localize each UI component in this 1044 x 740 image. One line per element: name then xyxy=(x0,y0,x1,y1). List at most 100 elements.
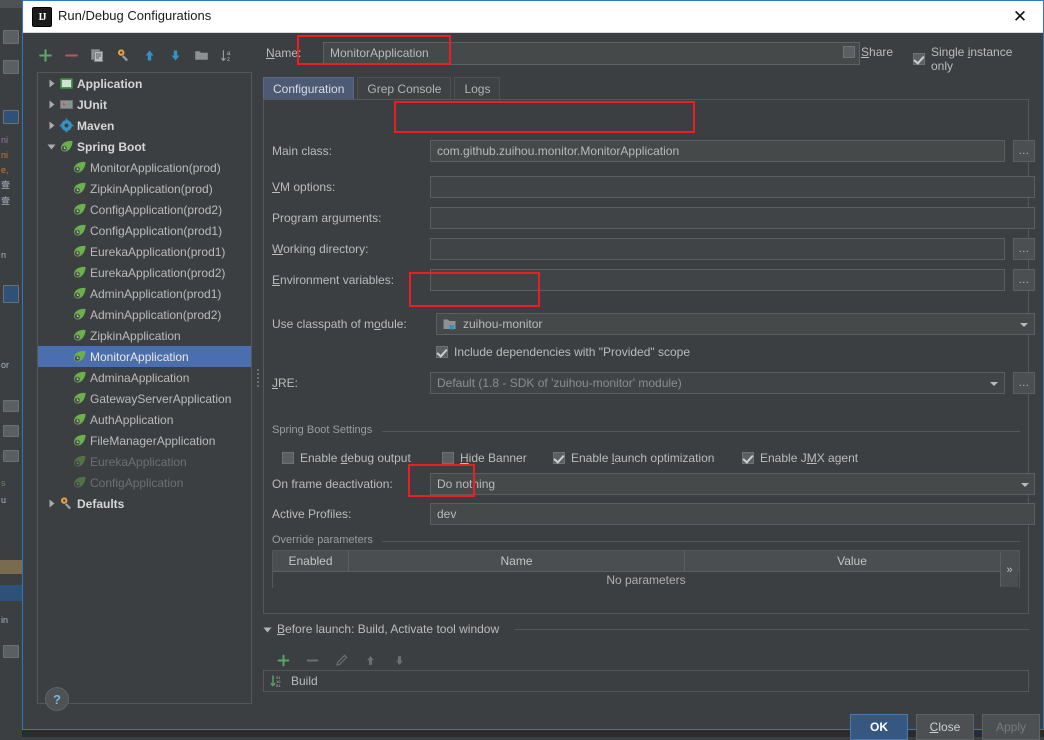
add-task-button[interactable] xyxy=(275,652,292,669)
tree-resize-grip[interactable] xyxy=(257,367,261,391)
help-label: ? xyxy=(53,691,61,707)
tree-item-label: Application xyxy=(77,76,143,91)
tree-item-eurekaapplication[interactable]: EurekaApplication xyxy=(38,451,251,472)
enable-jmx-agent-checkbox[interactable]: Enable JMX agent xyxy=(742,451,858,465)
configurations-tree[interactable]: Application JUnit Maven Spring Boot MonitorA… xyxy=(37,72,252,704)
close-button[interactable]: Close xyxy=(916,714,974,740)
tree-item-configapplication[interactable]: ConfigApplication xyxy=(38,472,251,493)
tab-configuration[interactable]: Configuration xyxy=(263,77,355,100)
hide-banner-checkbox[interactable]: Hide Banner xyxy=(442,451,527,465)
enable-debug-output-checkbox[interactable]: Enable debug output xyxy=(282,451,411,465)
tree-item-junit[interactable]: JUnit xyxy=(38,94,251,115)
triangle-down-icon[interactable] xyxy=(44,136,58,157)
on-frame-deactivation-row: On frame deactivation: Do nothing xyxy=(264,473,1035,495)
chevron-down-icon[interactable] xyxy=(1015,474,1035,494)
tree-item-adminaapplication[interactable]: AdminaApplication xyxy=(38,367,251,388)
tree-item-eurekaapplication-prod1[interactable]: EurekaApplication(prod1) xyxy=(38,241,251,262)
before-launch-item-build[interactable]: 01 10 01 Build xyxy=(264,671,1028,691)
before-launch-list[interactable]: 01 10 01 Build xyxy=(263,670,1029,692)
name-input[interactable]: MonitorApplication xyxy=(323,42,860,65)
classpath-module-combo[interactable]: zuihou-monitor xyxy=(436,313,1035,335)
chevron-down-icon[interactable] xyxy=(984,373,1004,393)
tree-item-configapplication-prod2[interactable]: ConfigApplication(prod2) xyxy=(38,199,251,220)
tree-item-adminapplication-prod2[interactable]: AdminApplication(prod2) xyxy=(38,304,251,325)
name-row: Name: MonitorApplication Share Single in… xyxy=(263,42,1029,73)
sort-configurations-button[interactable]: a z xyxy=(219,47,236,64)
jre-value-hint: (1.8 - SDK of 'zuihou-monitor' module) xyxy=(478,376,682,390)
edit-templates-wrench-icon[interactable] xyxy=(115,47,132,64)
tree-item-application[interactable]: Application xyxy=(38,73,251,94)
vm-options-input[interactable] xyxy=(430,176,1035,198)
move-up-button[interactable] xyxy=(141,47,158,64)
ok-button[interactable]: OK xyxy=(850,714,908,740)
tree-item-spring-boot[interactable]: Spring Boot xyxy=(38,136,251,157)
jre-browse-button[interactable]: ... xyxy=(1013,372,1035,394)
enable-launch-optimization-box xyxy=(553,452,565,464)
tree-item-configapplication-prod1[interactable]: ConfigApplication(prod1) xyxy=(38,220,251,241)
jre-combo[interactable]: Default (1.8 - SDK of 'zuihou-monitor' m… xyxy=(430,372,1005,394)
tree-item-zipkinapplication-prod[interactable]: ZipkinApplication(prod) xyxy=(38,178,251,199)
move-down-button[interactable] xyxy=(167,47,184,64)
help-icon[interactable]: ? xyxy=(45,687,69,711)
share-checkbox[interactable]: Share xyxy=(843,45,893,59)
spring-boot-icon xyxy=(71,159,88,176)
vm-options-label: VM options: xyxy=(272,180,336,194)
triangle-right-icon[interactable] xyxy=(44,94,58,115)
ide-background-strip: ni ni e, 壹 壹 n or s u in xyxy=(0,0,22,737)
copy-configuration-button[interactable] xyxy=(89,47,106,64)
spring-boot-icon xyxy=(71,390,88,407)
override-parameters-label: Override parameters xyxy=(272,534,379,546)
new-folder-button[interactable] xyxy=(193,47,210,64)
tree-item-defaults[interactable]: Defaults xyxy=(38,493,251,514)
tree-item-label: JUnit xyxy=(77,97,107,112)
close-icon[interactable]: ✕ xyxy=(997,1,1043,31)
working-directory-input[interactable] xyxy=(430,238,1005,260)
main-class-row: Main class: com.github.zuihou.monitor.Mo… xyxy=(264,140,1035,162)
active-profiles-input[interactable]: dev xyxy=(430,503,1035,525)
enable-launch-optimization-checkbox[interactable]: Enable launch optimization xyxy=(553,451,714,465)
main-class-browse-button[interactable]: ... xyxy=(1013,140,1035,162)
program-arguments-input[interactable] xyxy=(430,207,1035,229)
working-directory-browse-button[interactable]: ... xyxy=(1013,238,1035,260)
before-launch-header[interactable]: Before launch: Build, Activate tool wind… xyxy=(263,622,499,636)
main-class-input[interactable]: com.github.zuihou.monitor.MonitorApplica… xyxy=(430,140,1005,162)
tab-grep-console[interactable]: Grep Console xyxy=(357,77,452,100)
jre-value: Default xyxy=(437,376,476,390)
tree-item-zipkinapplication[interactable]: ZipkinApplication xyxy=(38,325,251,346)
override-parameters-section: Override parameters xyxy=(272,534,1020,547)
hide-banner-label: Hide Banner xyxy=(460,451,527,465)
triangle-right-icon[interactable] xyxy=(44,73,58,94)
tree-item-adminapplication-prod1[interactable]: AdminApplication(prod1) xyxy=(38,283,251,304)
single-instance-only-checkbox[interactable]: Single instance only xyxy=(913,45,1029,73)
screen: ni ni e, 壹 壹 n or s u in IJ Run/Debug Co… xyxy=(0,0,1044,740)
tree-item-gatewayserverapplication[interactable]: GatewayServerApplication xyxy=(38,388,251,409)
program-arguments-label: Program arguments: xyxy=(272,211,382,225)
tree-item-filemanagerapplication[interactable]: FileManagerApplication xyxy=(38,430,251,451)
include-provided-scope-checkbox[interactable]: Include dependencies with "Provided" sco… xyxy=(436,345,690,359)
double-chevron-right-icon[interactable]: » xyxy=(1000,552,1018,587)
tree-item-monitorapplication[interactable]: MonitorApplication xyxy=(38,346,251,367)
chevron-down-icon[interactable] xyxy=(1014,314,1034,334)
jre-row: JRE: Default (1.8 - SDK of 'zuihou-monit… xyxy=(264,372,1035,394)
share-label: Share xyxy=(861,45,894,59)
environment-variables-input[interactable] xyxy=(430,269,1005,291)
override-parameters-table[interactable]: Enabled Name Value No parameters » xyxy=(272,550,1020,588)
tree-item-authapplication[interactable]: AuthApplication xyxy=(38,409,251,430)
remove-configuration-button[interactable] xyxy=(63,47,80,64)
triangle-right-icon[interactable] xyxy=(44,115,58,136)
spring-boot-icon xyxy=(71,327,88,344)
tab-logs[interactable]: Logs xyxy=(454,77,501,100)
triangle-right-icon[interactable] xyxy=(44,493,58,514)
add-configuration-button[interactable] xyxy=(37,47,54,64)
tree-item-eurekaapplication-prod2[interactable]: EurekaApplication(prod2) xyxy=(38,262,251,283)
enable-debug-output-box xyxy=(282,452,294,464)
application-icon xyxy=(58,75,75,92)
tree-item-label: AuthApplication xyxy=(90,412,174,427)
tree-item-maven[interactable]: Maven xyxy=(38,115,251,136)
tree-item-label: ConfigApplication(prod2) xyxy=(90,202,223,217)
spring-boot-icon xyxy=(71,432,88,449)
on-frame-deactivation-combo[interactable]: Do nothing xyxy=(430,473,1035,495)
override-parameters-header: Enabled Name Value xyxy=(273,551,1019,572)
tree-item-monitorapplication-prod[interactable]: MonitorApplication(prod) xyxy=(38,157,251,178)
environment-variables-browse-button[interactable]: ... xyxy=(1013,269,1035,291)
